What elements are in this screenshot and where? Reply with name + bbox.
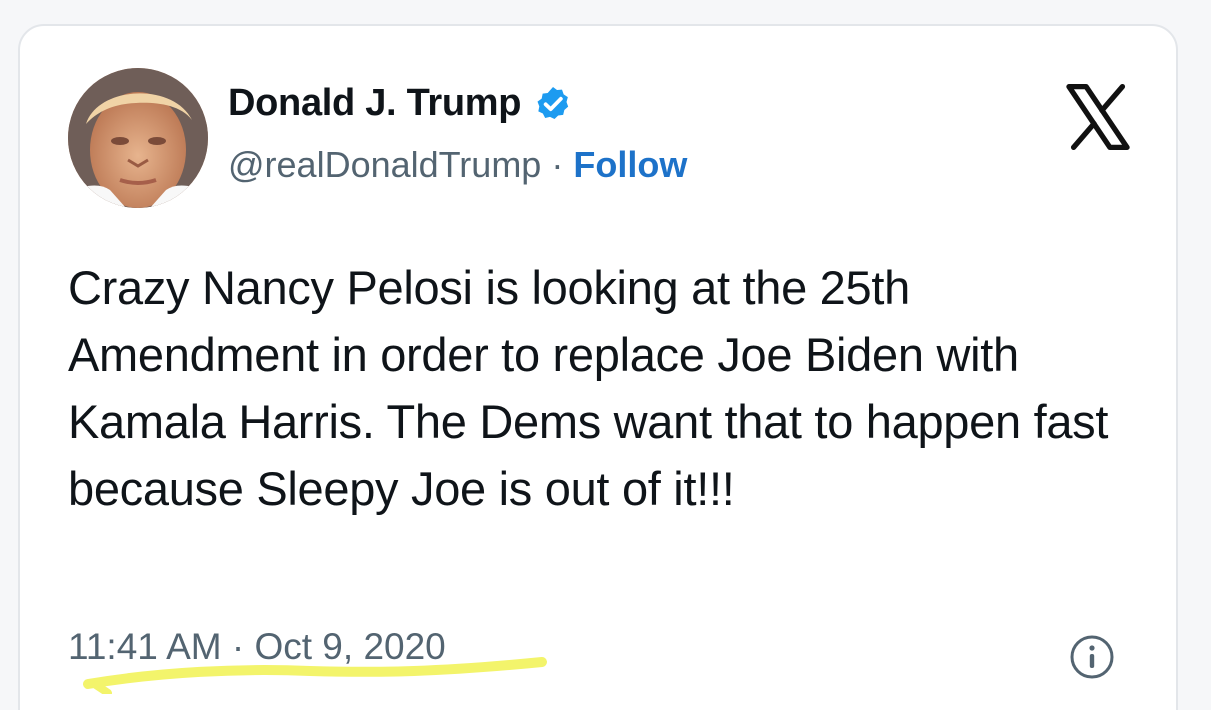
author-handle[interactable]: @realDonaldTrump [228, 144, 541, 186]
info-icon[interactable] [1068, 633, 1116, 681]
verified-badge-icon [537, 86, 569, 119]
x-logo-icon[interactable] [1065, 84, 1131, 150]
author-name-row: Donald J. Trump [228, 82, 573, 125]
screenshot-stage: Donald J. Trump @realDonaldTrump · Follo… [0, 0, 1211, 710]
tweet-text: Crazy Nancy Pelosi is looking at the 25t… [68, 261, 1109, 515]
handle-separator: · [551, 144, 564, 185]
avatar[interactable] [68, 68, 208, 208]
author-handle-row: @realDonaldTrump · Follow [228, 144, 687, 186]
tweet-card: Donald J. Trump @realDonaldTrump · Follo… [18, 24, 1178, 710]
author-display-name[interactable]: Donald J. Trump [228, 82, 522, 125]
tweet-timestamp[interactable]: 11:41 AM · Oct 9, 2020 [68, 626, 446, 668]
avatar-image [68, 68, 208, 208]
follow-button[interactable]: Follow [573, 144, 687, 186]
